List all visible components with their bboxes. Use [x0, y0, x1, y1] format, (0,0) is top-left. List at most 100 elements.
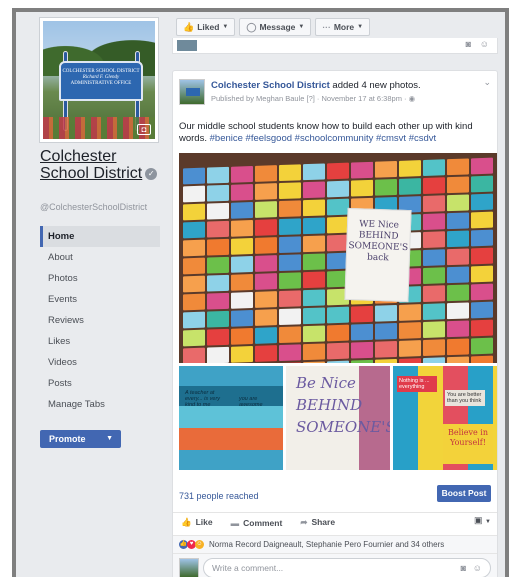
paper-tile [279, 344, 301, 362]
facebook-page-frame: COLCHESTER SCHOOL DISTRICT Richard F. Gl… [12, 8, 509, 577]
paper-tile [183, 329, 205, 347]
author-link[interactable]: Colchester School District [211, 80, 330, 91]
paper-tile [255, 237, 277, 254]
share-button[interactable]: ➦ Share [300, 517, 335, 528]
caret-down-icon: ▼ [222, 24, 229, 30]
post-action-text: added 4 new photos. [329, 80, 421, 91]
hashtags[interactable]: #benice #feelsgood #schoolcommunity #cms… [210, 133, 437, 144]
paper-tile [231, 273, 253, 291]
comment-button[interactable]: ▬ Comment [231, 518, 283, 528]
liked-button[interactable]: 👍 Liked ▼ [176, 18, 236, 36]
nav-item-videos[interactable]: Videos [40, 352, 160, 373]
paper-tile [447, 320, 469, 338]
camera-icon[interactable]: ◘ [137, 124, 151, 135]
paper-tile [255, 345, 277, 362]
paper-tile [303, 289, 325, 307]
nav-item-home[interactable]: Home [40, 226, 160, 247]
paper-tile [471, 247, 493, 265]
photo-thumbnail-2[interactable]: Be Nice BEHIND SOMEONE'S [286, 366, 390, 470]
nav-item-photos[interactable]: Photos [40, 268, 160, 289]
paper-tile [183, 203, 205, 221]
chevron-down-icon[interactable]: ⌄ [483, 77, 491, 88]
post-header: Colchester School District added 4 new p… [211, 80, 421, 91]
paper-tile [447, 248, 469, 266]
paper-tile [471, 175, 493, 193]
believe-card: Believe in Yourself! [443, 424, 493, 464]
page-title-text[interactable]: Colchester School District [40, 148, 142, 182]
paper-tile [423, 195, 445, 213]
post-as-selector[interactable]: ▣ ▼ [474, 515, 491, 526]
profile-picture[interactable]: COLCHESTER SCHOOL DISTRICT Richard F. Gl… [40, 18, 158, 142]
paper-tile [471, 337, 493, 355]
author-avatar[interactable] [179, 79, 205, 105]
paper-tile [231, 201, 253, 219]
paper-tile [279, 272, 301, 290]
paper-tile [183, 275, 205, 293]
emoji-icon[interactable]: ☺ [473, 559, 482, 577]
paper-tile [279, 308, 301, 326]
message-button[interactable]: ◯ Message ▼ [239, 18, 312, 36]
paper-tile [279, 200, 301, 218]
paper-tile [375, 340, 397, 358]
people-reached[interactable]: 731 people reached [179, 491, 259, 501]
paper-tile [255, 273, 277, 290]
boost-post-button[interactable]: Boost Post [437, 485, 491, 502]
message-label: Message [259, 22, 296, 32]
paper-tile [303, 235, 325, 253]
photo-thumbnail-1[interactable]: A teacher at every... is very kind to me… [179, 366, 283, 470]
paper-tile [303, 307, 325, 325]
paper-tile [447, 176, 469, 194]
more-button[interactable]: ··· More ▼ [315, 18, 371, 36]
previous-post-footer: ◙ ☺ [172, 38, 498, 54]
paper-tile [447, 230, 469, 248]
paper-tile [279, 218, 301, 236]
paper-tile [471, 211, 493, 229]
post-meta-text[interactable]: Published by Meghan Baule [?] · November… [211, 94, 409, 103]
paper-tile [351, 359, 373, 363]
paper-tile [303, 271, 325, 289]
comment-composer: Write a comment... ◙ ☺ [173, 553, 497, 577]
camera-icon[interactable]: ◙ [461, 559, 466, 577]
nav-item-likes[interactable]: Likes [40, 331, 160, 352]
paper-tile [351, 161, 373, 179]
nav-item-manage-tabs[interactable]: Manage Tabs [40, 394, 160, 415]
camera-icon[interactable]: ◙ [466, 39, 471, 49]
paper-tile [447, 212, 469, 230]
comment-input[interactable]: Write a comment... ◙ ☺ [203, 558, 491, 577]
like-button[interactable]: 👍 Like [181, 517, 213, 528]
nav-item-events[interactable]: Events [40, 289, 160, 310]
main-photo[interactable]: WE Nice BEHIND SOMEONE'S back [179, 153, 497, 363]
caret-down-icon: ▼ [298, 24, 305, 30]
paper-tile [183, 167, 205, 185]
paper-tile [207, 220, 229, 238]
paper-tile [471, 283, 493, 301]
paper-tile [183, 293, 205, 311]
share-arrow-icon: ➦ [300, 517, 308, 527]
paper-tile [207, 238, 229, 256]
page-handle: @ColchesterSchoolDistrict [40, 202, 148, 212]
paper-tile [351, 305, 373, 323]
reactions-bar[interactable]: 👍 ♥ ☺ Norma Record Daigneault, Stephanie… [173, 535, 497, 553]
paper-tile [423, 321, 445, 339]
paper-tile [231, 237, 253, 255]
nav-item-posts[interactable]: Posts [40, 373, 160, 394]
paper-tile [279, 182, 301, 200]
photo-thumbnail-3[interactable]: Nothing is ... everything You are better… [393, 366, 497, 470]
paper-tile [423, 285, 445, 303]
nav-item-reviews[interactable]: Reviews [40, 310, 160, 331]
note-text: You are better than you think [445, 390, 485, 406]
promote-button[interactable]: Promote ▼ [40, 430, 121, 448]
nav-item-about[interactable]: About [40, 247, 160, 268]
be-nice-lettering: Be Nice BEHIND SOMEONE'S [296, 374, 390, 436]
reactions-text[interactable]: Norma Record Daigneault, Stephanie Pero … [209, 540, 444, 549]
paper-tile [447, 284, 469, 302]
emoji-icon[interactable]: ☺ [480, 39, 489, 49]
paper-tile [423, 249, 445, 267]
paper-tile [207, 310, 229, 328]
paper-tile-wall [179, 153, 497, 363]
paper-tile [447, 356, 469, 363]
page-title[interactable]: Colchester School District ✓ [40, 148, 160, 182]
caret-down-icon[interactable]: ▼ [106, 430, 113, 448]
paper-tile [231, 165, 253, 183]
paper-tile [183, 347, 205, 363]
